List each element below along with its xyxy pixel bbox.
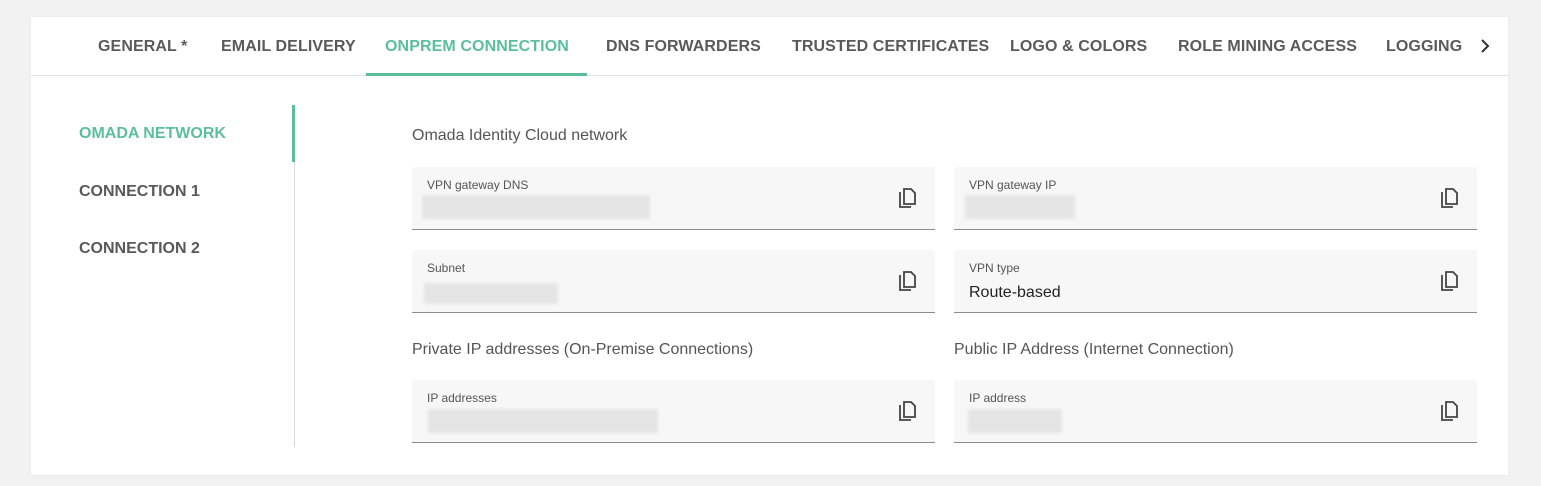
tab-logo-colors[interactable]: LOGO & COLORS xyxy=(1010,17,1147,76)
active-tab-underline xyxy=(366,73,587,76)
field-label: IP address xyxy=(969,391,1027,405)
field-label: VPN gateway IP xyxy=(969,178,1057,192)
section-title-private-ips: Private IP addresses (On-Premise Connect… xyxy=(412,341,754,358)
redacted-value xyxy=(965,195,1075,219)
copy-icon[interactable] xyxy=(1439,400,1461,424)
settings-card: GENERAL * EMAIL DELIVERY ONPREM CONNECTI… xyxy=(31,17,1508,475)
redacted-value xyxy=(428,409,658,433)
copy-icon[interactable] xyxy=(897,270,919,294)
tab-role-mining-access[interactable]: ROLE MINING ACCESS xyxy=(1178,17,1357,76)
tab-email-delivery[interactable]: EMAIL DELIVERY xyxy=(221,17,356,76)
vpn-type-field: VPN type Route-based xyxy=(954,250,1477,313)
section-title-network: Omada Identity Cloud network xyxy=(412,127,628,144)
tab-dns-forwarders[interactable]: DNS FORWARDERS xyxy=(606,17,761,76)
sidenav: OMADA NETWORK CONNECTION 1 CONNECTION 2 xyxy=(31,105,295,447)
sidenav-item-connection-1[interactable]: CONNECTION 1 xyxy=(79,183,200,201)
field-label: VPN type xyxy=(969,261,1020,275)
copy-icon[interactable] xyxy=(1439,187,1461,211)
tab-trusted-certificates[interactable]: TRUSTED CERTIFICATES xyxy=(792,17,989,76)
field-value[interactable]: Route-based xyxy=(969,284,1061,302)
copy-icon[interactable] xyxy=(1439,270,1461,294)
field-label: VPN gateway DNS xyxy=(427,178,529,192)
tab-onprem-connection[interactable]: ONPREM CONNECTION xyxy=(385,17,569,76)
field-label: IP addresses xyxy=(427,391,497,405)
field-label: Subnet xyxy=(427,261,466,275)
sidenav-item-connection-2[interactable]: CONNECTION 2 xyxy=(79,240,200,258)
redacted-value xyxy=(424,283,558,304)
section-title-public-ip: Public IP Address (Internet Connection) xyxy=(954,341,1234,358)
ip-address-field: IP address xyxy=(954,380,1477,443)
subnet-field: Subnet xyxy=(412,250,935,313)
sidenav-item-omada-network[interactable]: OMADA NETWORK xyxy=(79,125,226,143)
chevron-right-icon[interactable] xyxy=(1477,37,1493,55)
copy-icon[interactable] xyxy=(897,400,919,424)
redacted-value xyxy=(968,409,1062,433)
tab-general[interactable]: GENERAL * xyxy=(98,17,188,76)
ip-addresses-field: IP addresses xyxy=(412,380,935,443)
tab-logging[interactable]: LOGGING xyxy=(1386,17,1462,76)
sidenav-active-indicator xyxy=(292,105,295,162)
settings-tabbar: GENERAL * EMAIL DELIVERY ONPREM CONNECTI… xyxy=(31,17,1508,76)
copy-icon[interactable] xyxy=(897,187,919,211)
vpn-gateway-ip-field: VPN gateway IP xyxy=(954,167,1477,230)
redacted-value xyxy=(422,195,650,219)
vpn-gateway-dns-field: VPN gateway DNS xyxy=(412,167,935,230)
